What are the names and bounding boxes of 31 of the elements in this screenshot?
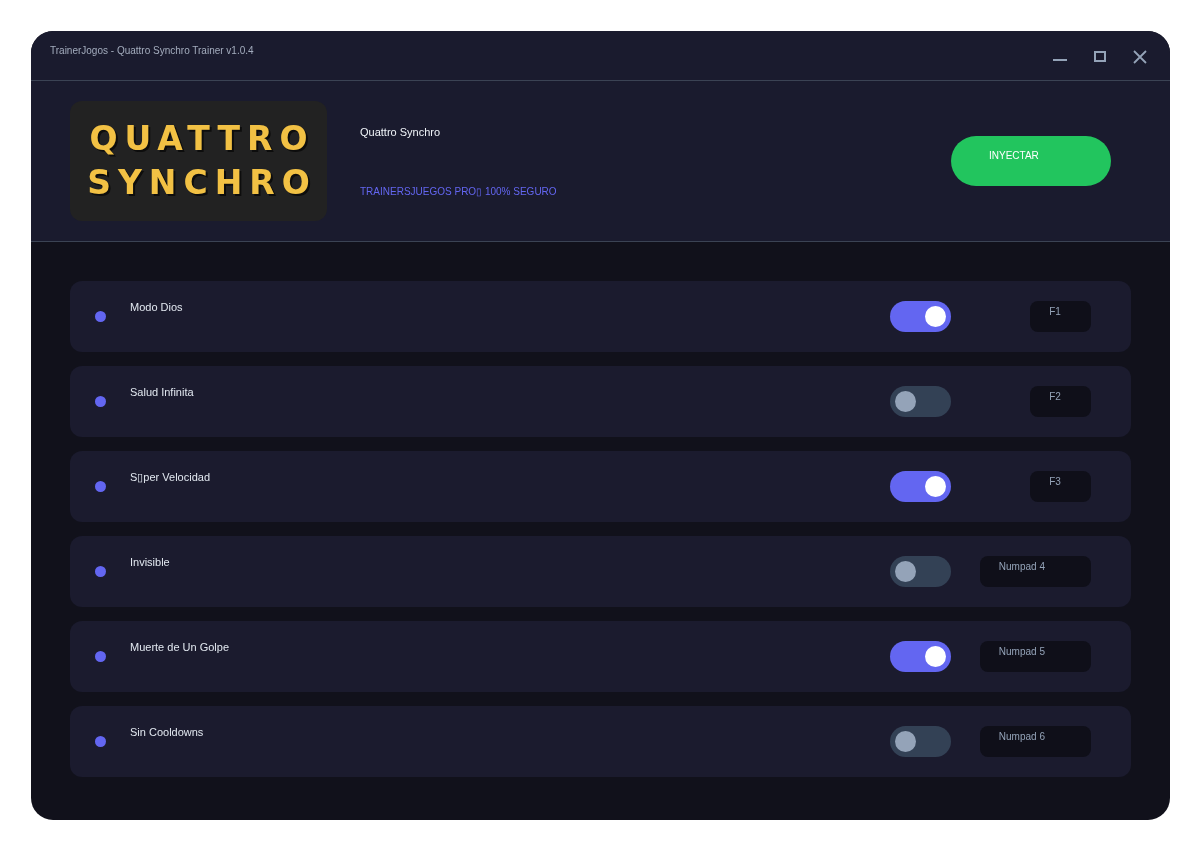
close-icon[interactable] (1133, 50, 1147, 64)
game-title: Quattro Synchro (360, 126, 442, 139)
hotkey-button[interactable]: F3 (1030, 471, 1091, 502)
tagline-text: TRAINERSJUEGOS PRO▯ 100% SEGURO (360, 186, 557, 198)
status-dot-icon (95, 396, 106, 407)
toggle-switch[interactable] (890, 471, 951, 502)
logo-text: SYNCHRO (87, 163, 317, 203)
maximize-icon[interactable] (1094, 51, 1106, 62)
cheat-name: Invisible (130, 556, 171, 569)
toggle-switch[interactable] (890, 726, 951, 757)
status-dot-icon (95, 651, 106, 662)
cheat-name: S▯per Velocidad (130, 471, 211, 484)
hotkey-button[interactable]: F1 (1030, 301, 1091, 332)
status-dot-icon (95, 481, 106, 492)
toggle-switch[interactable] (890, 386, 951, 417)
toggle-switch[interactable] (890, 301, 951, 332)
hotkey-button[interactable]: Numpad 5 (979, 641, 1091, 672)
cheat-name: Modo Dios (130, 301, 184, 314)
status-dot-icon (95, 566, 106, 577)
hotkey-button[interactable]: Numpad 6 (979, 726, 1091, 757)
cheat-name: Salud Infinita (130, 386, 195, 399)
logo-text: QUATTRO (89, 119, 315, 159)
window-title: TrainerJogos - Quattro Synchro Trainer v1.0.4 (50, 45, 255, 57)
hotkey-button[interactable]: Numpad 4 (979, 556, 1091, 587)
toggle-switch[interactable] (890, 556, 951, 587)
cheat-name: Sin Cooldowns (130, 726, 205, 739)
status-dot-icon (95, 311, 106, 322)
cheat-name: Muerte de Un Golpe (130, 641, 231, 654)
status-dot-icon (95, 736, 106, 747)
toggle-switch[interactable] (890, 641, 951, 672)
hotkey-button[interactable]: F2 (1030, 386, 1091, 417)
